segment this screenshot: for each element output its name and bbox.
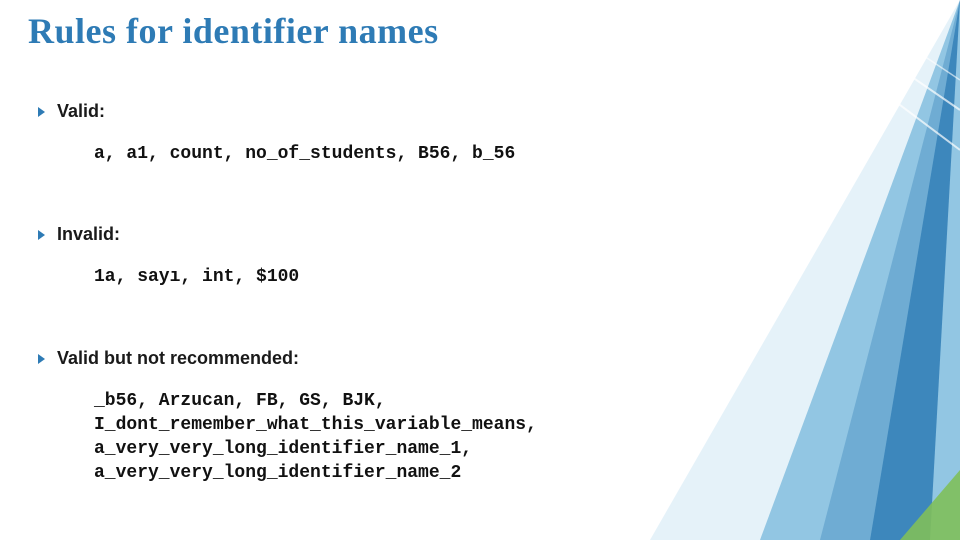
bullet-invalid: Invalid:	[38, 224, 740, 245]
chevron-right-icon	[38, 230, 45, 240]
content-area: Valid: a, a1, count, no_of_students, B56…	[38, 95, 740, 516]
bullet-label: Invalid:	[57, 224, 120, 245]
bullet-label: Valid:	[57, 101, 105, 122]
bullet-not-recommended: Valid but not recommended:	[38, 348, 740, 369]
bullet-label: Valid but not recommended:	[57, 348, 299, 369]
page-title: Rules for identifier names	[28, 10, 439, 52]
chevron-right-icon	[38, 107, 45, 117]
code-valid: a, a1, count, no_of_students, B56, b_56	[94, 142, 740, 166]
code-not-recommended: _b56, Arzucan, FB, GS, BJK, I_dont_remem…	[94, 389, 740, 486]
chevron-right-icon	[38, 354, 45, 364]
slide: Rules for identifier names Valid: a, a1,…	[0, 0, 960, 540]
code-invalid: 1a, sayı, int, $100	[94, 265, 740, 289]
bullet-valid: Valid:	[38, 101, 740, 122]
